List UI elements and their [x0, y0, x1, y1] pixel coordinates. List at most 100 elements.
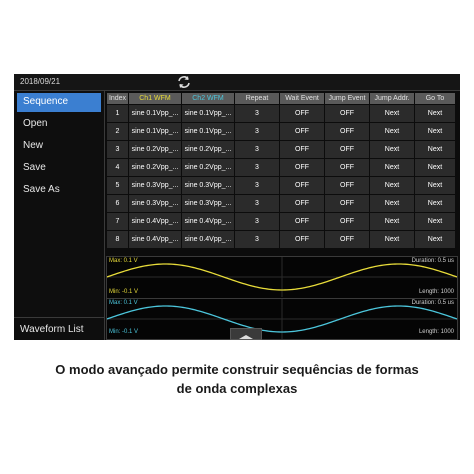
- cell-repeat[interactable]: 3: [235, 123, 279, 140]
- cell-go-to[interactable]: Next: [415, 159, 455, 176]
- cell-jump-event[interactable]: OFF: [325, 231, 369, 248]
- ch2-waveform-panel[interactable]: Max: 0.1 V Min: -0.1 V Duration: 0.5 us …: [107, 298, 457, 339]
- cell-ch1-wfm[interactable]: sine 0.3Vpp_...: [129, 177, 181, 194]
- date-label: 2018/09/21: [20, 77, 61, 86]
- cell-ch2-wfm[interactable]: sine 0.4Vpp_...: [182, 231, 234, 248]
- cell-repeat[interactable]: 3: [235, 213, 279, 230]
- ch2-min-label: Min: -0.1 V: [109, 329, 139, 335]
- cell-ch1-wfm[interactable]: sine 0.4Vpp_...: [129, 213, 181, 230]
- table-header-row: Index Ch1 WFM Ch2 WFM Repeat Wait Event …: [107, 93, 455, 104]
- cell-ch1-wfm[interactable]: sine 0.1Vpp_...: [129, 105, 181, 122]
- sidebar-item-open[interactable]: Open: [17, 115, 101, 134]
- cell-jump-event[interactable]: OFF: [325, 159, 369, 176]
- cell-ch1-wfm[interactable]: sine 0.3Vpp_...: [129, 195, 181, 212]
- table-row[interactable]: 2 sine 0.1Vpp_... sine 0.1Vpp_... 3 OFF OFF Ne…: [107, 123, 455, 140]
- cell-jump-event[interactable]: OFF: [325, 123, 369, 140]
- cell-go-to[interactable]: Next: [415, 141, 455, 158]
- cell-index[interactable]: 8: [107, 231, 128, 248]
- waveform-list-button[interactable]: Waveform List: [14, 317, 104, 340]
- caption-line-1: O modo avançado permite construir sequên…: [55, 362, 419, 377]
- ch1-waveform-panel[interactable]: Max: 0.1 V Min: -0.1 V Duration: 0.5 us …: [107, 257, 457, 297]
- cell-ch2-wfm[interactable]: sine 0.2Vpp_...: [182, 141, 234, 158]
- cell-index[interactable]: 7: [107, 213, 128, 230]
- cell-index[interactable]: 3: [107, 141, 128, 158]
- cell-wait-event[interactable]: OFF: [280, 141, 324, 158]
- cell-wait-event[interactable]: OFF: [280, 195, 324, 212]
- caption-line-2: de onda complexas: [176, 381, 298, 396]
- cell-jump-addr[interactable]: Next: [370, 141, 414, 158]
- cell-ch2-wfm[interactable]: sine 0.3Vpp_...: [182, 177, 234, 194]
- cell-jump-addr[interactable]: Next: [370, 213, 414, 230]
- cell-ch2-wfm[interactable]: sine 0.1Vpp_...: [182, 105, 234, 122]
- cell-go-to[interactable]: Next: [415, 123, 455, 140]
- cell-go-to[interactable]: Next: [415, 231, 455, 248]
- col-header-jump-event[interactable]: Jump Event: [325, 93, 369, 104]
- table-row[interactable]: 4 sine 0.2Vpp_... sine 0.2Vpp_... 3 OFF OFF Ne…: [107, 159, 455, 176]
- sync-icon[interactable]: [174, 74, 194, 90]
- table-row[interactable]: 6 sine 0.3Vpp_... sine 0.3Vpp_... 3 OFF OFF Ne…: [107, 195, 455, 212]
- cell-repeat[interactable]: 3: [235, 195, 279, 212]
- cell-ch1-wfm[interactable]: sine 0.1Vpp_...: [129, 123, 181, 140]
- cell-ch2-wfm[interactable]: sine 0.2Vpp_...: [182, 159, 234, 176]
- col-header-jump-addr[interactable]: Jump Addr.: [370, 93, 414, 104]
- sidebar-item-save[interactable]: Save: [17, 159, 101, 178]
- col-header-ch1-wfm[interactable]: Ch1 WFM: [129, 93, 181, 104]
- col-header-repeat[interactable]: Repeat: [235, 93, 279, 104]
- cell-index[interactable]: 4: [107, 159, 128, 176]
- cell-repeat[interactable]: 3: [235, 231, 279, 248]
- cell-ch2-wfm[interactable]: sine 0.3Vpp_...: [182, 195, 234, 212]
- cell-index[interactable]: 5: [107, 177, 128, 194]
- table-row[interactable]: 8 sine 0.4Vpp_... sine 0.4Vpp_... 3 OFF OFF Ne…: [107, 231, 455, 248]
- cell-jump-addr[interactable]: Next: [370, 123, 414, 140]
- cell-index[interactable]: 6: [107, 195, 128, 212]
- col-header-wait-event[interactable]: Wait Event: [280, 93, 324, 104]
- col-header-ch2-wfm[interactable]: Ch2 WFM: [182, 93, 234, 104]
- ch1-duration-label: Duration: 0.5 us: [411, 258, 454, 264]
- cell-jump-addr[interactable]: Next: [370, 159, 414, 176]
- table-row[interactable]: 3 sine 0.2Vpp_... sine 0.2Vpp_... 3 OFF OFF Ne…: [107, 141, 455, 158]
- ch1-max-label: Max: 0.1 V: [109, 258, 138, 264]
- table-row[interactable]: 7 sine 0.4Vpp_... sine 0.4Vpp_... 3 OFF OFF Ne…: [107, 213, 455, 230]
- cell-go-to[interactable]: Next: [415, 195, 455, 212]
- cell-index[interactable]: 2: [107, 123, 128, 140]
- cell-ch1-wfm[interactable]: sine 0.4Vpp_...: [129, 231, 181, 248]
- table-row[interactable]: 5 sine 0.3Vpp_... sine 0.3Vpp_... 3 OFF OFF Ne…: [107, 177, 455, 194]
- cell-go-to[interactable]: Next: [415, 213, 455, 230]
- cell-ch1-wfm[interactable]: sine 0.2Vpp_...: [129, 141, 181, 158]
- awg-screen: 2018/09/21 Sequence Open New Save Save A…: [14, 74, 460, 340]
- cell-index[interactable]: 1: [107, 105, 128, 122]
- sidebar-item-save-as[interactable]: Save As: [17, 181, 101, 200]
- cell-jump-addr[interactable]: Next: [370, 105, 414, 122]
- sidebar-item-sequence[interactable]: Sequence: [17, 93, 101, 112]
- col-header-index[interactable]: Index: [107, 93, 128, 104]
- cell-repeat[interactable]: 3: [235, 141, 279, 158]
- sidebar-item-new[interactable]: New: [17, 137, 101, 156]
- cell-repeat[interactable]: 3: [235, 177, 279, 194]
- cell-ch1-wfm[interactable]: sine 0.2Vpp_...: [129, 159, 181, 176]
- cell-wait-event[interactable]: OFF: [280, 123, 324, 140]
- cell-repeat[interactable]: 3: [235, 159, 279, 176]
- table-row[interactable]: 1 sine 0.1Vpp_... sine 0.1Vpp_... 3 OFF OFF Ne…: [107, 105, 455, 122]
- cell-jump-event[interactable]: OFF: [325, 213, 369, 230]
- cell-wait-event[interactable]: OFF: [280, 177, 324, 194]
- cell-jump-addr[interactable]: Next: [370, 177, 414, 194]
- cell-jump-addr[interactable]: Next: [370, 195, 414, 212]
- cell-ch2-wfm[interactable]: sine 0.1Vpp_...: [182, 123, 234, 140]
- sidebar: Sequence Open New Save Save As Waveform …: [14, 91, 105, 340]
- cell-jump-event[interactable]: OFF: [325, 141, 369, 158]
- cell-repeat[interactable]: 3: [235, 105, 279, 122]
- cell-wait-event[interactable]: OFF: [280, 159, 324, 176]
- cell-ch2-wfm[interactable]: sine 0.4Vpp_...: [182, 213, 234, 230]
- cell-go-to[interactable]: Next: [415, 177, 455, 194]
- cell-jump-event[interactable]: OFF: [325, 195, 369, 212]
- cell-wait-event[interactable]: OFF: [280, 105, 324, 122]
- cell-jump-event[interactable]: OFF: [325, 105, 369, 122]
- cell-jump-event[interactable]: OFF: [325, 177, 369, 194]
- cell-go-to[interactable]: Next: [415, 105, 455, 122]
- expand-panel-handle[interactable]: [230, 328, 262, 340]
- cell-wait-event[interactable]: OFF: [280, 231, 324, 248]
- cell-jump-addr[interactable]: Next: [370, 231, 414, 248]
- ch1-min-label: Min: -0.1 V: [109, 289, 139, 295]
- col-header-go-to[interactable]: Go To: [415, 93, 455, 104]
- cell-wait-event[interactable]: OFF: [280, 213, 324, 230]
